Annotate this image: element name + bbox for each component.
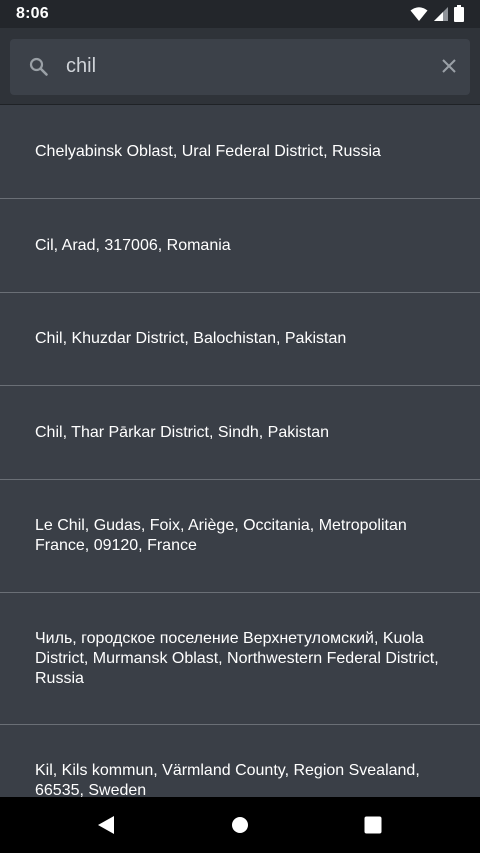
list-item[interactable]: Chelyabinsk Oblast, Ural Federal Distric…	[0, 105, 480, 199]
list-item[interactable]: Le Chil, Gudas, Foix, Ariège, Occitania,…	[0, 480, 480, 593]
list-item[interactable]: Kil, Kils kommun, Värmland County, Regio…	[0, 725, 480, 797]
list-item-label: Cil, Arad, 317006, Romania	[35, 236, 231, 254]
recents-icon[interactable]	[364, 815, 382, 840]
signal-icon	[434, 6, 448, 26]
wifi-icon	[410, 6, 428, 27]
list-item[interactable]: Чиль, городское поселение Верхнетуломски…	[0, 593, 480, 725]
list-item-label: Chil, Thar Pārkar District, Sindh, Pakis…	[35, 423, 330, 441]
status-icons	[410, 5, 464, 27]
list-item-label: Le Chil, Gudas, Foix, Ariège, Occitania,…	[35, 517, 407, 554]
status-bar: 8:06	[0, 0, 480, 28]
navigation-bar	[0, 797, 480, 853]
search-input[interactable]: chil	[10, 39, 470, 95]
list-item-label: Чиль, городское поселение Верхнетуломски…	[35, 629, 439, 687]
list-item-label: Chil, Khuzdar District, Balochistan, Pak…	[35, 330, 347, 347]
results-list: Chelyabinsk Oblast, Ural Federal Distric…	[0, 105, 480, 797]
battery-icon	[454, 5, 464, 27]
search-query[interactable]: chil	[66, 55, 96, 78]
search-icon	[29, 57, 49, 82]
close-icon[interactable]	[440, 57, 458, 80]
back-icon[interactable]	[97, 815, 115, 840]
search-bar: chil	[0, 28, 480, 105]
list-item-label: Kil, Kils kommun, Värmland County, Regio…	[35, 762, 420, 797]
list-item-label: Chelyabinsk Oblast, Ural Federal Distric…	[35, 142, 381, 160]
status-time: 8:06	[16, 5, 49, 22]
list-item[interactable]: Chil, Khuzdar District, Balochistan, Pak…	[0, 293, 480, 386]
list-item[interactable]: Chil, Thar Pārkar District, Sindh, Pakis…	[0, 386, 480, 480]
list-item[interactable]: Cil, Arad, 317006, Romania	[0, 199, 480, 293]
home-icon[interactable]	[231, 815, 249, 840]
